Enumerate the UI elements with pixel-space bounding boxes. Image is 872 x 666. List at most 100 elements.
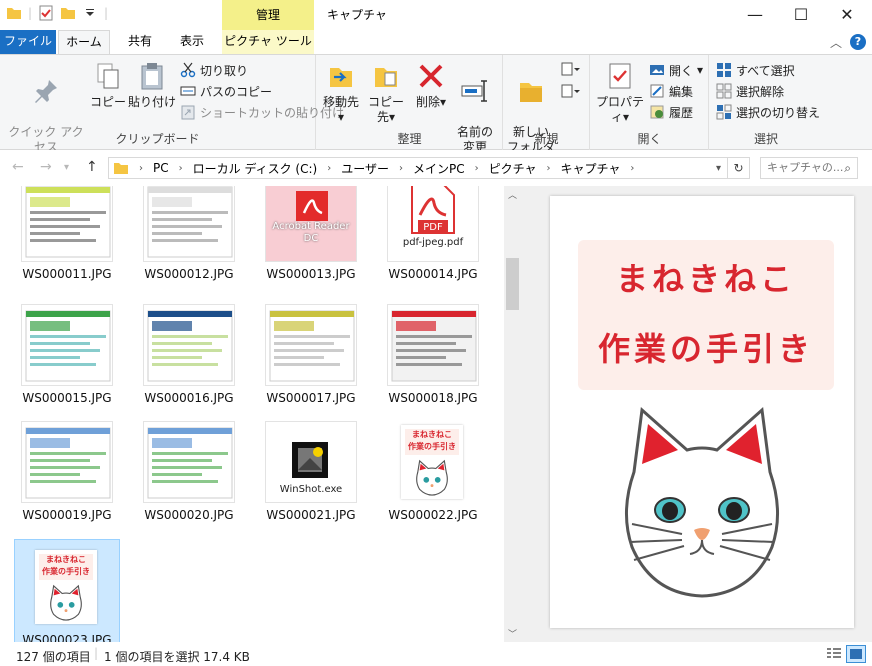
copy-to-button[interactable]: コピー先▾ xyxy=(363,61,409,125)
file-thumbnail: まねきねこ 作業の手引き xyxy=(21,546,113,628)
file-item[interactable]: PDFPDF pdf-jpeg.pdf WS000014.JPG xyxy=(380,186,486,281)
invert-selection-button[interactable]: 選択の切り替え xyxy=(716,102,820,122)
new-item-icon[interactable] xyxy=(560,61,582,77)
open-button[interactable]: 開く ▾ xyxy=(649,60,703,80)
file-thumbnail xyxy=(143,304,235,386)
folder-icon xyxy=(114,163,128,174)
file-item[interactable]: Acrobat Reader DC WS000013.JPG xyxy=(258,186,364,281)
screenshot-thumb-icon xyxy=(269,310,355,382)
crumb-separator: › xyxy=(327,162,332,174)
file-item[interactable]: WS000012.JPG xyxy=(136,186,242,281)
file-item[interactable]: まねきねこ 作業の手引き WS000022.JPG xyxy=(380,421,486,522)
cut-button[interactable]: 切り取り xyxy=(180,60,248,80)
file-item[interactable]: WS000015.JPG xyxy=(14,304,120,405)
group-clipboard: クイック アクセス にピン留めする コピー 貼り付け 切り取り パスのコピー シ… xyxy=(0,55,344,184)
paste-button[interactable]: 貼り付け xyxy=(128,61,176,110)
preview-pane: まねきねこ 作業の手引き xyxy=(521,186,872,642)
tab-share[interactable]: 共有 xyxy=(118,30,162,54)
search-input[interactable]: キャプチャの... ⌕ xyxy=(760,157,858,179)
file-name: WS000020.JPG xyxy=(144,508,234,522)
file-name: WS000023.JPG xyxy=(22,633,112,642)
file-thumbnail xyxy=(265,304,357,386)
file-name: WS000012.JPG xyxy=(144,267,234,281)
history-button[interactable]: 履歴 xyxy=(649,102,693,122)
copy-path-button[interactable]: パスのコピー xyxy=(180,81,272,101)
copy-path-icon xyxy=(180,86,196,96)
tab-view[interactable]: 表示 xyxy=(168,30,216,54)
refresh-button[interactable]: ↻ xyxy=(728,157,750,179)
vertical-scrollbar[interactable]: ︿ ﹀ xyxy=(504,186,521,642)
address-bar[interactable]: › PC › ローカル ディスク (C:) › ユーザー › メインPC › ピ… xyxy=(108,157,728,179)
file-thumbnail: WinShot.exe xyxy=(265,421,357,503)
close-button[interactable]: ✕ xyxy=(824,0,870,30)
properties-button[interactable]: プロパティ▾ xyxy=(595,61,645,125)
new-folder-icon[interactable] xyxy=(60,5,76,21)
file-name: WS000022.JPG xyxy=(388,508,478,522)
copy-button[interactable]: コピー xyxy=(90,61,126,110)
crumb-pictures[interactable]: ピクチャ xyxy=(489,160,537,177)
scroll-up-icon[interactable]: ︿ xyxy=(508,188,517,201)
pdf-file-icon: PDFPDF xyxy=(411,186,455,234)
crumb-user[interactable]: メインPC xyxy=(413,160,465,177)
minimize-button[interactable]: — xyxy=(732,0,778,30)
search-icon: ⌕ xyxy=(844,161,851,175)
move-to-button[interactable]: 移動先▾ xyxy=(321,61,361,125)
item-count: 127 個の項目 xyxy=(16,650,91,664)
qat-dropdown-icon[interactable] xyxy=(82,5,98,21)
crumb-capture[interactable]: キャプチャ xyxy=(560,160,620,177)
delete-icon xyxy=(419,64,443,88)
scrollbar-thumb[interactable] xyxy=(506,258,519,310)
select-all-icon xyxy=(717,63,731,77)
crumb-users[interactable]: ユーザー xyxy=(341,160,389,177)
scroll-down-icon[interactable]: ﹀ xyxy=(508,627,517,640)
maximize-button[interactable]: ☐ xyxy=(778,0,824,30)
group-label-select: 選択 xyxy=(753,132,778,146)
ribbon: クイック アクセス にピン留めする コピー 貼り付け 切り取り パスのコピー シ… xyxy=(0,54,872,184)
file-item[interactable]: WS000019.JPG xyxy=(14,421,120,522)
easy-access-icon[interactable] xyxy=(560,83,582,99)
selection-info: 1 個の項目を選択 17.4 KB xyxy=(104,650,250,664)
file-item[interactable]: WS000018.JPG xyxy=(380,304,486,405)
details-view-icon[interactable] xyxy=(826,647,842,661)
crumb-pc[interactable]: PC xyxy=(153,161,169,175)
thumb-caption: pdf-jpeg.pdf xyxy=(402,237,464,248)
crumb-local-disk[interactable]: ローカル ディスク (C:) xyxy=(193,160,318,177)
file-item[interactable]: まねきねこ 作業の手引き WS000023.JPG xyxy=(14,539,120,642)
crumb-separator: › xyxy=(139,162,143,174)
forward-arrow-icon[interactable]: → xyxy=(40,159,52,175)
file-thumbnail: Acrobat Reader DC xyxy=(265,186,357,262)
screenshot-thumb-icon xyxy=(25,186,111,258)
file-item[interactable]: WS000017.JPG xyxy=(258,304,364,405)
svg-text:PDF: PDF xyxy=(423,222,443,233)
file-thumbnail xyxy=(21,421,113,503)
status-bar: 127 個の項目 | 1 個の項目を選択 17.4 KB xyxy=(0,642,872,666)
address-dropdown-icon[interactable]: ▾ xyxy=(716,163,721,174)
collapse-ribbon-icon[interactable]: ︿ xyxy=(830,34,842,51)
close-icon: ✕ xyxy=(840,5,854,24)
refresh-icon: ↻ xyxy=(733,161,744,175)
up-arrow-icon[interactable]: ↑ xyxy=(86,159,98,175)
properties-icon[interactable] xyxy=(38,5,54,21)
recent-dropdown-icon[interactable]: ▾ xyxy=(64,162,69,173)
file-item[interactable]: WinShot.exe WS000021.JPG xyxy=(258,421,364,522)
crumb-separator: › xyxy=(546,162,551,174)
tab-home[interactable]: ホーム xyxy=(58,30,110,54)
help-icon[interactable]: ? xyxy=(850,34,866,50)
file-item[interactable]: WS000016.JPG xyxy=(136,304,242,405)
group-label-clipboard: クリップボード xyxy=(115,132,200,146)
tab-picture-tools[interactable]: ピクチャ ツール xyxy=(222,30,314,54)
back-arrow-icon[interactable]: ← xyxy=(12,159,24,175)
delete-button[interactable]: 削除▾ xyxy=(413,61,449,110)
file-item[interactable]: WS000011.JPG xyxy=(14,186,120,281)
ribbon-tabs: ファイル ホーム 共有 表示 ピクチャ ツール ︿ ? xyxy=(0,30,872,54)
screenshot-thumb-icon xyxy=(25,310,111,382)
file-item[interactable]: WS000020.JPG xyxy=(136,421,242,522)
select-none-button[interactable]: 選択解除 xyxy=(716,81,784,101)
invert-selection-icon xyxy=(716,104,732,120)
manage-context-tab[interactable]: 管理 xyxy=(222,0,314,30)
select-all-button[interactable]: すべて選択 xyxy=(716,60,795,80)
tab-file[interactable]: ファイル xyxy=(0,30,56,54)
quick-access-toolbar: | | xyxy=(6,5,108,21)
edit-button[interactable]: 編集 xyxy=(649,81,693,101)
large-icons-view-icon[interactable] xyxy=(846,645,866,663)
